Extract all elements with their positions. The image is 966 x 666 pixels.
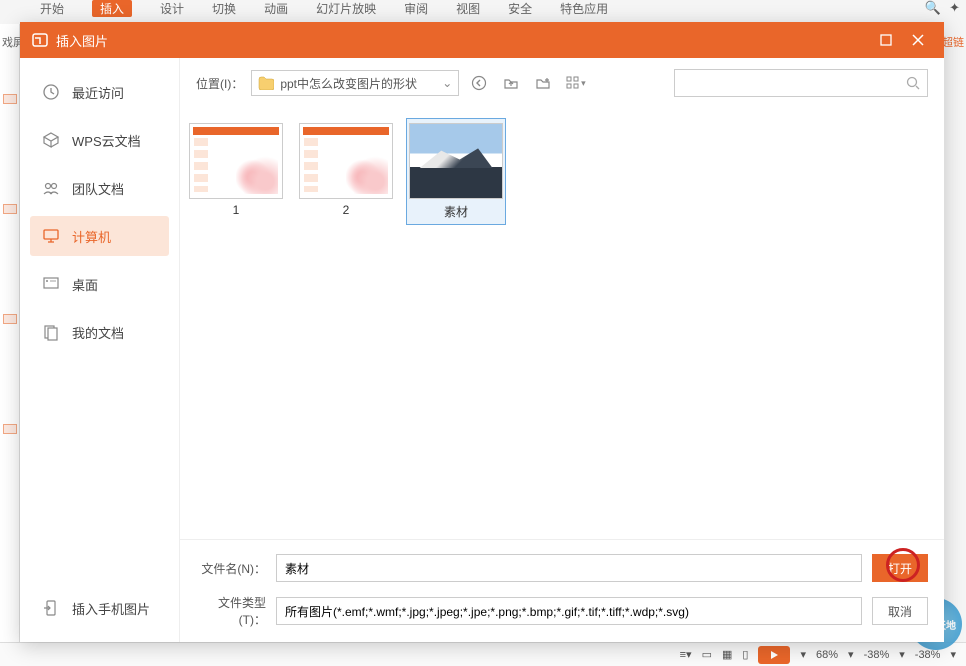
- close-button[interactable]: [902, 24, 934, 56]
- sidebar-item-label: 团队文档: [72, 179, 124, 198]
- file-item[interactable]: 1: [186, 118, 286, 222]
- app-logo-icon: [30, 30, 50, 50]
- sidebar-item-label: 最近访问: [72, 83, 124, 102]
- search-icon: [905, 75, 921, 91]
- maximize-button[interactable]: [870, 24, 902, 56]
- view-grid-icon[interactable]: ▦: [722, 648, 732, 661]
- dialog-sidebar: 最近访问 WPS云文档 团队文档 计算机 桌面 我的文档: [20, 58, 180, 642]
- search-box[interactable]: [674, 69, 928, 97]
- location-combo[interactable]: ppt中怎么改变图片的形状 ⌄: [251, 70, 459, 96]
- sidebar-item-label: WPS云文档: [72, 131, 141, 150]
- sidebar-item-label: 桌面: [72, 275, 98, 294]
- slideshow-button[interactable]: [758, 646, 790, 664]
- sidebar-item-desktop[interactable]: 桌面: [30, 264, 169, 304]
- location-value: ppt中怎么改变图片的形状: [280, 75, 417, 92]
- file-name: 素材: [444, 203, 468, 220]
- sidebar-item-phone-import[interactable]: 插入手机图片: [30, 588, 169, 628]
- chevron-down-icon: ⌄: [442, 76, 452, 90]
- view-reading-icon[interactable]: ▯: [742, 648, 748, 661]
- status-bar: ≡▾ ▭ ▦ ▯ ▾ 68%▾ -38%▾ -38%▾: [0, 642, 966, 666]
- zoom-3[interactable]: -38%: [915, 649, 941, 661]
- app-top-right: 🔍✦: [925, 0, 960, 16]
- file-name: 1: [233, 203, 240, 217]
- sidebar-item-mydocs[interactable]: 我的文档: [30, 312, 169, 352]
- search-input[interactable]: [681, 76, 905, 90]
- clock-icon: [40, 81, 62, 103]
- filename-label: 文件名(N)：: [196, 560, 266, 577]
- filetype-combo[interactable]: [276, 597, 862, 625]
- up-folder-button[interactable]: [499, 71, 523, 95]
- file-item[interactable]: 素材: [406, 118, 506, 225]
- app-ribbon-tabs: 开始 插入 设计 切换 动画 幻灯片放映 审阅 视图 安全 特色应用: [0, 0, 966, 22]
- filetype-label: 文件类型(T)：: [196, 594, 266, 628]
- file-name: 2: [343, 203, 350, 217]
- file-thumbnail: [409, 123, 503, 199]
- sidebar-item-label: 插入手机图片: [72, 599, 150, 618]
- back-button[interactable]: [467, 71, 491, 95]
- location-row: 位置(I)： ppt中怎么改变图片的形状 ⌄ ▾: [180, 58, 944, 108]
- file-thumbnail: [189, 123, 283, 199]
- sidebar-item-label: 计算机: [72, 227, 111, 246]
- view-menu-icon[interactable]: ≡▾: [680, 648, 692, 661]
- insert-picture-dialog: 插入图片 最近访问 WPS云文档 团队文档 计算机: [20, 22, 944, 642]
- dialog-title: 插入图片: [56, 31, 108, 50]
- file-item[interactable]: 2: [296, 118, 396, 222]
- zoom-2[interactable]: -38%: [864, 649, 890, 661]
- new-folder-button[interactable]: [531, 71, 555, 95]
- cancel-button[interactable]: 取消: [872, 597, 928, 625]
- sidebar-item-label: 我的文档: [72, 323, 124, 342]
- app-slide-strip: [0, 24, 20, 644]
- file-grid: 1 2 素材: [180, 108, 944, 539]
- view-mode-button[interactable]: ▾: [563, 71, 587, 95]
- desktop-icon: [40, 273, 62, 295]
- folder-icon: [258, 76, 274, 90]
- location-label: 位置(I)：: [196, 75, 243, 92]
- sidebar-item-computer[interactable]: 计算机: [30, 216, 169, 256]
- people-icon: [40, 177, 62, 199]
- sidebar-item-recent[interactable]: 最近访问: [30, 72, 169, 112]
- open-button[interactable]: 打开: [872, 554, 928, 582]
- documents-icon: [40, 321, 62, 343]
- dialog-titlebar: 插入图片: [20, 22, 944, 58]
- view-mode-icon[interactable]: ▭: [702, 648, 712, 661]
- right-tool-label: 超链: [942, 34, 964, 50]
- cube-icon: [40, 129, 62, 151]
- sidebar-item-team[interactable]: 团队文档: [30, 168, 169, 208]
- file-thumbnail: [299, 123, 393, 199]
- dialog-bottom: 文件名(N)： 打开 文件类型(T)： 取消: [180, 539, 944, 642]
- sidebar-item-wps-cloud[interactable]: WPS云文档: [30, 120, 169, 160]
- zoom-1[interactable]: 68%: [816, 649, 838, 661]
- monitor-icon: [40, 225, 62, 247]
- filename-input[interactable]: [276, 554, 862, 582]
- phone-import-icon: [40, 597, 62, 619]
